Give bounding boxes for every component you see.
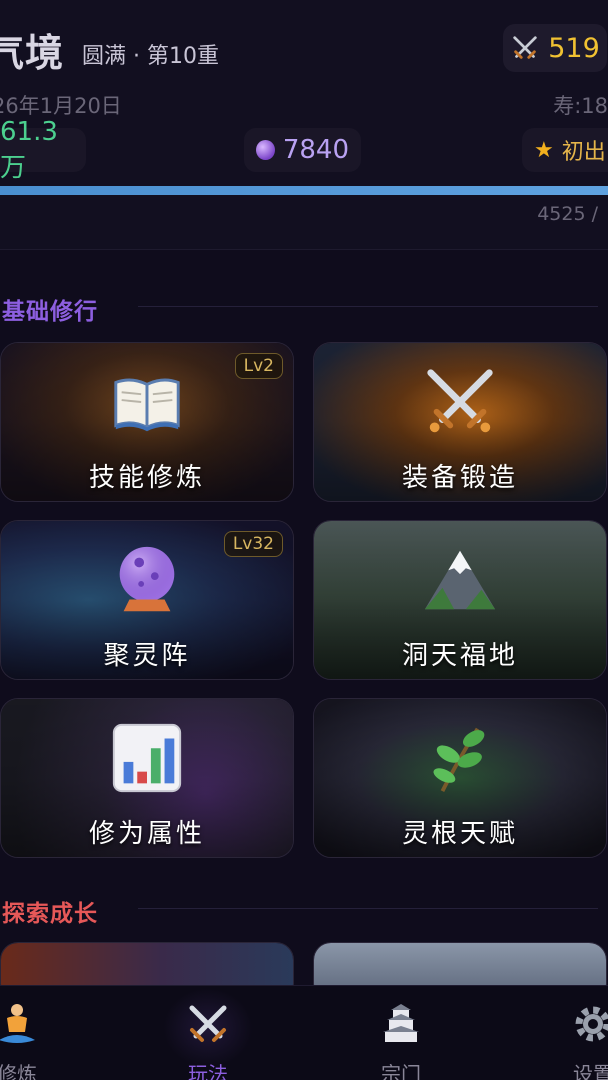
realm-title: 气境 [0,31,65,75]
realm-stage: 圆满 · 第10重 [82,44,219,69]
spirit-orb-icon [256,140,275,160]
open-book-icon [114,378,180,432]
card-label: 洞天福地 [401,641,518,671]
card-spirit-array[interactable]: Lv32 聚灵阵 [0,520,294,680]
herb-icon [433,727,485,793]
cultivation-progress-text: 4525 / [537,203,598,225]
card-equipment-forge[interactable]: 装备锻造 [313,342,607,502]
spirit-stones-value: 61.3万 [0,116,58,183]
meditation-icon [0,1004,35,1043]
crossed-swords-icon [427,369,493,433]
combat-power-badge[interactable]: 519 [503,24,607,72]
mountain-icon [424,550,496,610]
cultivation-progress-fill [0,186,608,195]
crossed-swords-icon [189,1005,227,1042]
bottom-navigation: 修炼 玩法 宗门 设置 [0,985,608,1080]
card-spirit-root[interactable]: 灵根天赋 [313,698,607,858]
nav-tab-sect[interactable]: 宗门 [346,986,456,1080]
nav-label: 宗门 [381,1062,421,1080]
level-badge: Lv2 [234,353,283,379]
rank-pill[interactable]: ★ 初出 [522,128,608,172]
section-title-explore: 探索成长 [2,901,98,927]
section-divider [138,908,598,909]
card-cultivation-stats[interactable]: 修为属性 [0,698,294,858]
nav-tab-settings[interactable]: 设置 [538,986,608,1080]
star-icon: ★ [534,137,554,163]
bar-chart-icon [112,723,182,793]
nav-label: 设置 [573,1062,608,1080]
spirit-stones-pill[interactable]: 61.3万 [0,117,86,183]
nav-tab-cultivate[interactable]: 修炼 [0,986,72,1080]
card-skill-training[interactable]: Lv2 技能修炼 [0,342,294,502]
cultivation-progress-bar [0,186,608,195]
crystal-ball-icon [119,546,175,612]
game-date: 26年1月20日 [0,94,122,118]
card-label: 灵根天赋 [401,819,518,849]
nav-label: 修炼 [0,1062,37,1080]
spirit-essence-value: 7840 [282,135,349,165]
castle-icon [383,1004,419,1042]
section-divider [138,306,598,307]
card-label: 修为属性 [88,819,205,849]
lifespan: 寿:18 [553,94,608,118]
section-title-basic: 基础修行 [2,299,98,325]
nav-label: 玩法 [188,1062,228,1080]
combat-power-value: 519 [548,32,600,64]
card-label: 装备锻造 [401,463,518,493]
card-label: 聚灵阵 [103,641,191,671]
crossed-swords-icon [513,36,537,59]
level-badge: Lv32 [223,531,283,557]
gear-icon [575,1006,608,1042]
card-cave-paradise[interactable]: 洞天福地 [313,520,607,680]
card-label: 技能修炼 [88,463,205,493]
nav-tab-gameplay[interactable]: 玩法 [153,986,263,1080]
spirit-essence-pill[interactable]: 7840 [244,128,361,172]
rank-value: 初出 [561,140,606,165]
status-header: 气境 圆满 · 第10重 519 26年1月20日 寿:18 61.3万 784… [0,0,608,250]
